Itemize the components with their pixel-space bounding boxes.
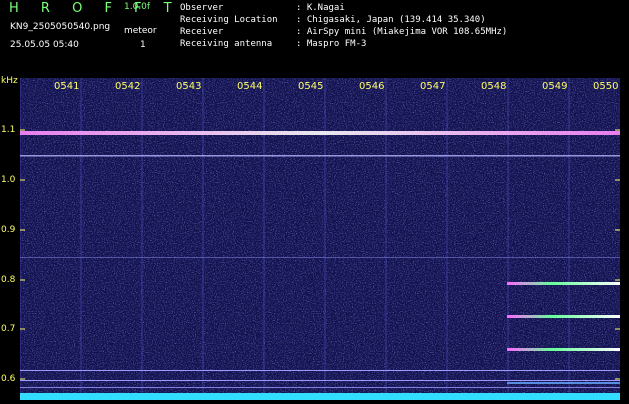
meteor-echo-line bbox=[507, 315, 620, 318]
version-label: 1.0.0f bbox=[124, 2, 151, 12]
observer-key: Observer bbox=[180, 3, 224, 13]
y-tick-label: 1.0 bbox=[1, 175, 16, 185]
header-panel: H R O F F T 1.0.0f KN9_2505050540.png 25… bbox=[0, 0, 629, 75]
location-value: : Chigasaki, Japan (139.414 35.340) bbox=[296, 15, 486, 25]
observation-datetime: 25.05.05 05:40 bbox=[10, 40, 79, 50]
receiver-key: Receiver bbox=[180, 27, 224, 37]
y-tick-label: 0.6 bbox=[1, 374, 16, 384]
lower-band-line bbox=[20, 380, 620, 381]
lower-band-line bbox=[20, 370, 620, 371]
antenna-key: Receiving antenna bbox=[180, 39, 273, 49]
y-tick-label: 0.9 bbox=[1, 225, 16, 235]
x-tick-label: 0548 bbox=[481, 81, 507, 92]
x-tick-label: 0542 bbox=[115, 81, 141, 92]
x-tick-label: 0547 bbox=[420, 81, 446, 92]
spectrogram-plot bbox=[19, 78, 620, 400]
location-key: Receiving Location bbox=[180, 15, 278, 25]
y-tick-label: 1.1 bbox=[1, 125, 16, 135]
x-tick-label: 0544 bbox=[237, 81, 263, 92]
noise-texture bbox=[20, 78, 620, 400]
lower-band-line bbox=[20, 387, 620, 388]
x-tick-label: 0541 bbox=[54, 81, 80, 92]
observer-value: : K.Nagai bbox=[296, 3, 345, 13]
meteor-echo-line bbox=[507, 382, 620, 384]
carrier-signal-line bbox=[20, 131, 620, 135]
noise-floor-band bbox=[20, 393, 620, 400]
y-tick-label: 0.7 bbox=[1, 324, 16, 334]
x-tick-label: 0550 bbox=[593, 81, 619, 92]
x-tick-label: 0545 bbox=[298, 81, 324, 92]
meteor-label: meteor bbox=[124, 26, 157, 36]
meteor-echo-line bbox=[507, 348, 620, 351]
y-tick-label: 0.8 bbox=[1, 275, 16, 285]
y-axis-unit: kHz bbox=[1, 76, 18, 86]
x-tick-label: 0549 bbox=[542, 81, 568, 92]
spectrogram-svg bbox=[19, 78, 620, 400]
faint-signal-line bbox=[20, 257, 620, 258]
meteor-count: 1 bbox=[140, 40, 146, 50]
x-tick-label: 0543 bbox=[176, 81, 202, 92]
secondary-signal-line bbox=[20, 155, 620, 157]
receiver-value: : AirSpy mini (Miakejima VOR 108.65MHz) bbox=[296, 27, 508, 37]
antenna-value: : Maspro FM-3 bbox=[296, 39, 367, 49]
file-name: KN9_2505050540.png bbox=[10, 22, 111, 32]
meteor-echo-line bbox=[507, 282, 620, 285]
x-tick-label: 0546 bbox=[359, 81, 385, 92]
app-title: H R O F F T bbox=[9, 1, 181, 16]
